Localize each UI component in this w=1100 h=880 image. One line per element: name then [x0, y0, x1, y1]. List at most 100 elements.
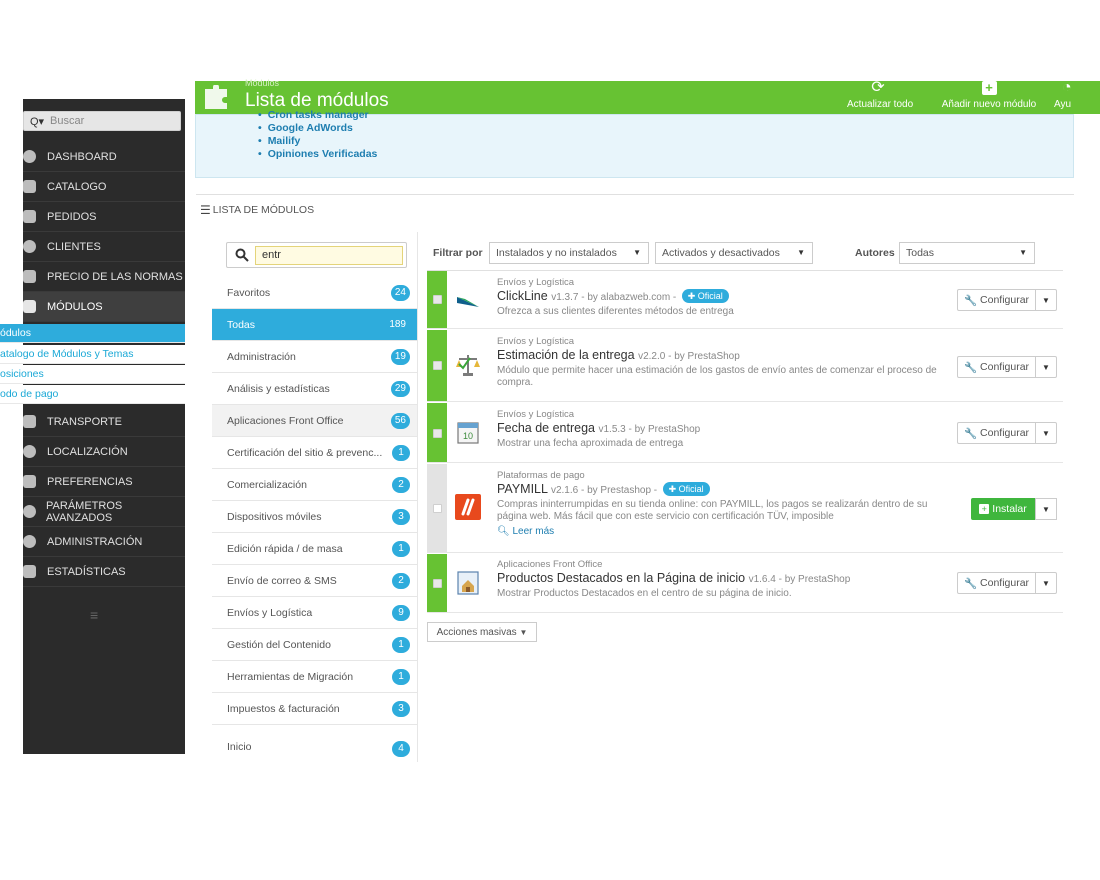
- caret-down-icon[interactable]: ▼: [1036, 290, 1056, 310]
- module-row-productos-destacados: Aplicaciones Front Office Productos Dest…: [427, 554, 1063, 613]
- sidebar-item-label: DASHBOARD: [47, 150, 117, 163]
- category-item[interactable]: Comercialización 2: [212, 469, 417, 501]
- module-category: Envíos y Logística: [497, 336, 575, 347]
- sidebar-item-precio[interactable]: PRECIO DE LAS NORMAS: [23, 262, 185, 292]
- add-icon: +: [935, 81, 1043, 99]
- plus-square-icon: +: [979, 504, 990, 514]
- info-item[interactable]: Google AdWords: [258, 122, 377, 135]
- sidebar-item-estadisticas[interactable]: ESTADÍSTICAS: [23, 557, 185, 587]
- category-item[interactable]: Inicio 4: [212, 733, 417, 757]
- sidebar-item-label: TRANSPORTE: [47, 415, 122, 428]
- sidebar-item-administracion[interactable]: ADMINISTRACIÓN: [23, 527, 185, 557]
- update-all-button[interactable]: ⟳ Actualizar todo: [847, 80, 914, 114]
- header-breadcrumb[interactable]: Módulos: [245, 78, 279, 88]
- module-title[interactable]: Fecha de entrega: [497, 421, 595, 435]
- category-item[interactable]: Dispositivos móviles 3: [212, 501, 417, 533]
- module-description: Compras ininterrumpidas en su tienda onl…: [497, 499, 928, 522]
- category-item[interactable]: Todas 189: [212, 309, 417, 341]
- module-title[interactable]: PAYMILL: [497, 482, 547, 496]
- configure-label[interactable]: 🔧 Configurar: [958, 423, 1036, 443]
- module-checkbox[interactable]: [433, 361, 442, 370]
- module-title[interactable]: Estimación de la entrega: [497, 348, 635, 362]
- install-filter-select[interactable]: Instalados y no instalados ▼: [489, 242, 649, 264]
- module-checkbox[interactable]: [433, 579, 442, 588]
- category-item[interactable]: Herramientas de Migración 1: [212, 661, 417, 693]
- category-search-input[interactable]: entr: [255, 246, 403, 265]
- button-label: Actualizar todo: [847, 99, 914, 110]
- submenu-modulos[interactable]: ódulos: [0, 324, 185, 343]
- sidebar-item-dashboard[interactable]: DASHBOARD: [23, 142, 185, 172]
- module-checkbox[interactable]: [433, 295, 442, 304]
- caret-down-icon: ▼: [519, 627, 528, 637]
- search-icon[interactable]: Q▾: [24, 115, 50, 128]
- menu-collapse-icon[interactable]: ≡: [90, 607, 98, 623]
- wrench-icon: [23, 467, 47, 497]
- module-description: Módulo que permite hacer una estimación …: [497, 365, 937, 388]
- add-module-button[interactable]: + Añadir nuevo módulo: [935, 81, 1043, 114]
- module-version: v2.1.6 - by Prestashop -: [550, 485, 658, 496]
- count-badge: 1: [392, 636, 410, 653]
- category-item[interactable]: Administración 19: [212, 341, 417, 373]
- module-checkbox[interactable]: [433, 429, 442, 438]
- count-badge: 1: [392, 540, 410, 557]
- category-item[interactable]: Análisis y estadísticas 29: [212, 373, 417, 405]
- sidebar-item-pedidos[interactable]: PEDIDOS: [23, 202, 185, 232]
- sidebar-item-catalogo[interactable]: CATALOGO: [23, 172, 185, 202]
- help-button[interactable]: ◔ Ayu: [1054, 80, 1094, 114]
- caret-down-icon[interactable]: ▼: [1036, 423, 1056, 443]
- configure-button[interactable]: 🔧 Configurar ▼: [957, 422, 1057, 444]
- category-item[interactable]: Certificación del sitio & prevenc... 1: [212, 437, 417, 469]
- configure-button[interactable]: 🔧 Configurar ▼: [957, 572, 1057, 594]
- submenu-posiciones[interactable]: osiciones: [0, 365, 185, 384]
- badge-label: Oficial: [678, 484, 704, 494]
- module-category: Plataformas de pago: [497, 470, 585, 481]
- caret-down-icon[interactable]: ▼: [1036, 357, 1056, 377]
- category-label: Comercialización: [227, 478, 307, 491]
- configure-button[interactable]: 🔧 Configurar ▼: [957, 289, 1057, 311]
- module-title[interactable]: Productos Destacados en la Página de ini…: [497, 571, 745, 585]
- sidebar-item-modulos[interactable]: MÓDULOS: [23, 292, 185, 322]
- module-description: Ofrezca a sus clientes diferentes método…: [497, 306, 734, 317]
- caret-down-icon[interactable]: ▼: [1035, 498, 1057, 520]
- sidebar-item-preferencias[interactable]: PREFERENCIAS: [23, 467, 185, 497]
- install-label[interactable]: + Instalar: [971, 498, 1035, 520]
- count-badge: 4: [392, 741, 410, 757]
- info-item[interactable]: Opiniones Verificadas: [258, 148, 378, 161]
- official-badge: ✚ Oficial: [681, 289, 729, 303]
- submenu-label: osiciones: [0, 368, 44, 380]
- category-item[interactable]: Aplicaciones Front Office 56: [212, 405, 417, 437]
- info-item[interactable]: Mailify: [258, 135, 377, 148]
- sidebar-item-localizacion[interactable]: LOCALIZACIÓN: [23, 437, 185, 467]
- catalog-icon: [23, 172, 47, 202]
- category-item[interactable]: Impuestos & facturación 3: [212, 693, 417, 725]
- configure-label[interactable]: 🔧 Configurar: [958, 290, 1036, 310]
- select-value: Activados y desactivados: [662, 247, 780, 259]
- sidebar-item-clientes[interactable]: CLIENTES: [23, 232, 185, 262]
- module-title[interactable]: ClickLine: [497, 289, 548, 303]
- info-item[interactable]: Cron tasks manager: [258, 109, 377, 122]
- submenu-modo-pago[interactable]: odo de pago: [0, 385, 185, 404]
- read-more-link[interactable]: 🔍︎ Leer más: [497, 526, 554, 537]
- submenu-catalogo-modulos[interactable]: atalogo de Módulos y Temas: [0, 345, 185, 364]
- bar-chart-icon: [23, 557, 47, 587]
- authors-filter-select[interactable]: Todas ▼: [899, 242, 1035, 264]
- button-label: Añadir nuevo módulo: [941, 99, 1037, 110]
- module-row-fecha-entrega: 10 Envíos y Logística Fecha de entrega v…: [427, 403, 1063, 463]
- caret-down-icon[interactable]: ▼: [1036, 573, 1056, 593]
- configure-button[interactable]: 🔧 Configurar ▼: [957, 356, 1057, 378]
- category-item[interactable]: Favoritos 24: [212, 277, 417, 309]
- configure-label[interactable]: 🔧 Configurar: [958, 573, 1036, 593]
- sidebar-item-transporte[interactable]: TRANSPORTE: [23, 407, 185, 437]
- module-checkbox[interactable]: [433, 504, 442, 513]
- category-item[interactable]: Gestión del Contenido 1: [212, 629, 417, 661]
- bulk-actions-button[interactable]: Acciones masivas ▼: [427, 622, 537, 642]
- sidebar-search[interactable]: Q▾ Buscar: [23, 111, 181, 131]
- sidebar-item-parametros[interactable]: PARÁMETROS AVANZADOS: [23, 497, 185, 527]
- category-item[interactable]: Envío de correo & SMS 2: [212, 565, 417, 597]
- category-item[interactable]: Envíos y Logística 9: [212, 597, 417, 629]
- category-item[interactable]: Edición rápida / de masa 1: [212, 533, 417, 565]
- configure-label[interactable]: 🔧 Configurar: [958, 357, 1036, 377]
- install-button[interactable]: + Instalar ▼: [971, 498, 1057, 520]
- status-filter-select[interactable]: Activados y desactivados ▼: [655, 242, 813, 264]
- module-version: v1.6.4 - by PrestaShop: [748, 574, 851, 585]
